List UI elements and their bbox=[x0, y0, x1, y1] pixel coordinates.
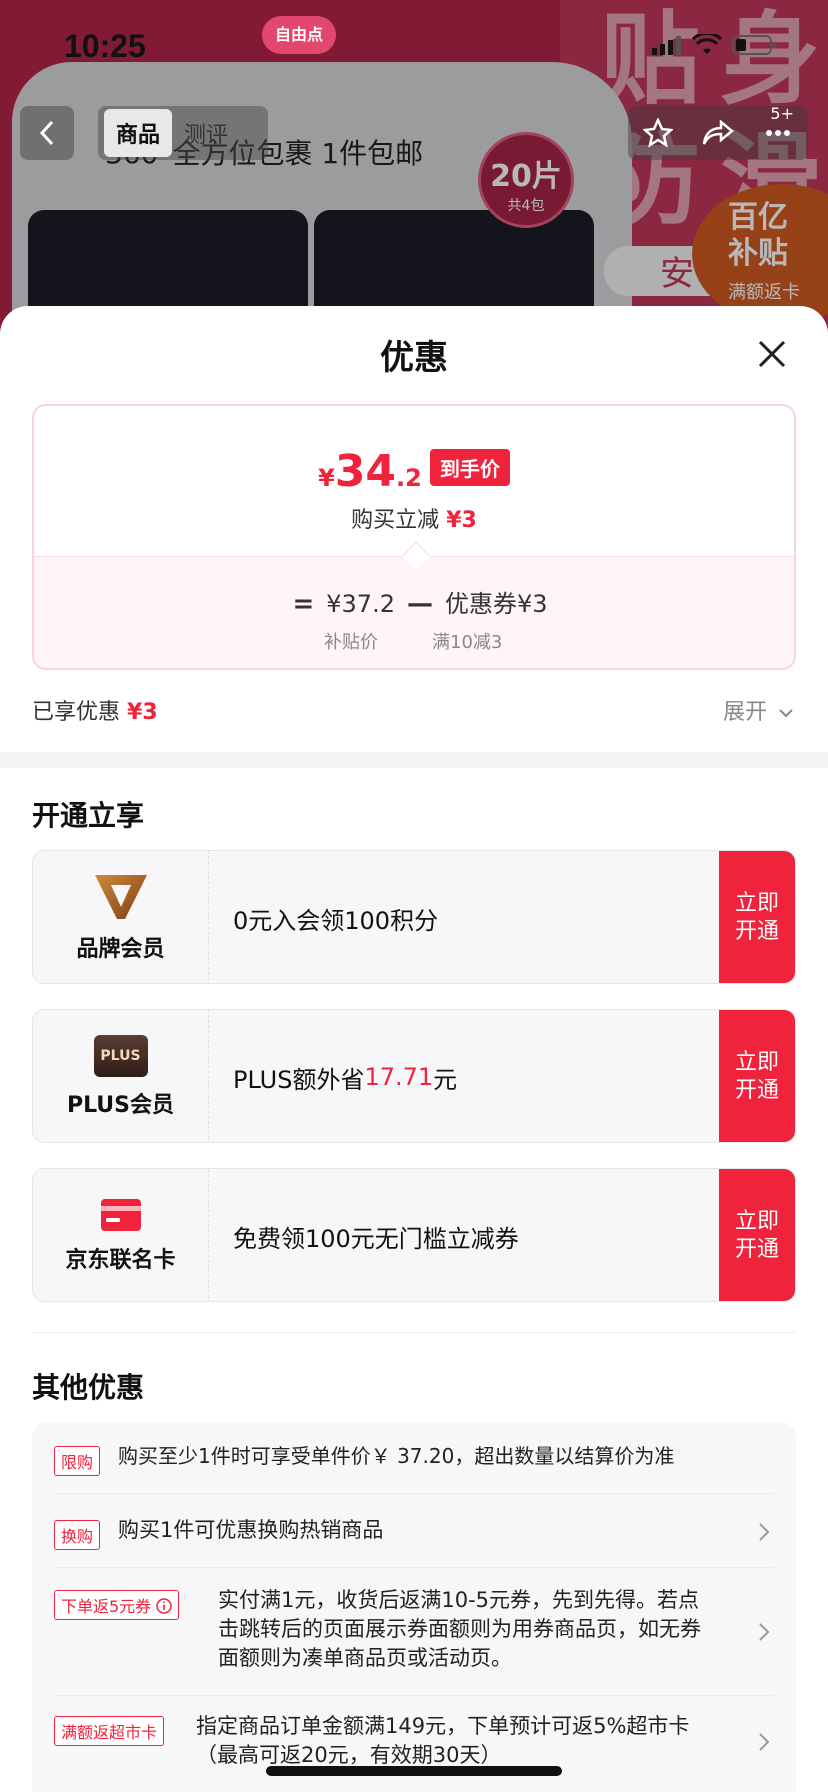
card-left: PLUS PLUS会员 bbox=[33, 1010, 209, 1142]
tab-review[interactable]: 测评 bbox=[172, 109, 240, 157]
card-desc-amount: 17.71 bbox=[364, 1063, 434, 1091]
tab-product[interactable]: 商品 bbox=[104, 109, 173, 157]
formula-coupon-sub: 满10减3 bbox=[432, 632, 503, 653]
info-icon[interactable] bbox=[156, 1598, 173, 1614]
promo-tag: 换购 bbox=[54, 1520, 101, 1550]
promo-tag: 限购 bbox=[54, 1446, 101, 1476]
promo-tag: 下单返5元券 bbox=[54, 1590, 180, 1620]
formula-base-sub: 补贴价 bbox=[324, 632, 378, 653]
final-price-currency: ¥ bbox=[318, 464, 335, 492]
price-breakdown-card: ¥34.2 到手价 购买立减 ¥3 = ¥37.2 — 优惠券¥3 补贴价 满10减3 bbox=[32, 404, 796, 670]
promo-row[interactable]: 换购 购买1件可优惠换购热销商品 bbox=[54, 1494, 774, 1568]
final-price: ¥34.2 到手价 bbox=[34, 446, 794, 497]
final-price-tag: 到手价 bbox=[429, 449, 510, 486]
battery-icon bbox=[732, 35, 776, 55]
promo-row[interactable]: 下单返5元券 实付满1元，收货后返满10-5元券，先到先得。若点击跳转后的页面展… bbox=[54, 1568, 774, 1696]
instant-discount: 购买立减 ¥3 bbox=[34, 502, 794, 534]
card-left: 品牌会员 bbox=[33, 851, 209, 983]
formula-coupon: 优惠券¥3 bbox=[444, 590, 548, 618]
promo-tag: 满额返超市卡 bbox=[54, 1716, 165, 1746]
expand-button[interactable]: 展开 bbox=[723, 694, 794, 726]
star-icon[interactable] bbox=[642, 118, 673, 148]
plus-member-card[interactable]: PLUS PLUS会员 PLUS额外省 17.71 元 立即开通 bbox=[32, 1009, 796, 1143]
card-name: 京东联名卡 bbox=[65, 1248, 176, 1273]
product-nav-bar: 商品 测评 5+ bbox=[0, 104, 828, 162]
chevron-right-icon bbox=[759, 1523, 770, 1541]
product-tabs: 商品 测评 bbox=[98, 106, 268, 160]
close-icon[interactable] bbox=[754, 336, 790, 372]
section-gap bbox=[0, 752, 828, 768]
share-icon[interactable] bbox=[702, 118, 734, 148]
brand-v-icon bbox=[94, 875, 147, 919]
card-desc: 0元入会领100积分 bbox=[233, 906, 439, 935]
card-icon bbox=[100, 1199, 141, 1231]
promo-row[interactable]: 满额返超市卡 指定商品订单金额满149元，下单预计可返5%超市卡（最高可返20元… bbox=[54, 1696, 774, 1792]
status-bar: 10:25 自由点 bbox=[0, 0, 828, 92]
status-icons bbox=[652, 34, 778, 56]
chevron-right-icon bbox=[759, 1623, 770, 1641]
card-desc-unit: 元 bbox=[433, 1065, 458, 1094]
plus-icon: PLUS bbox=[93, 1035, 148, 1077]
other-section-title: 其他优惠 bbox=[32, 1371, 145, 1404]
price-formula: = ¥37.2 — 优惠券¥3 bbox=[34, 584, 794, 619]
back-button[interactable] bbox=[20, 106, 74, 160]
app-logo: 自由点 bbox=[262, 16, 336, 54]
home-indicator bbox=[266, 1766, 562, 1776]
final-price-integer: 34 bbox=[334, 446, 397, 497]
promo-text: 实付满1元，收货后返满10-5元券，先到先得。若点击跳转后的页面展示券面额则为用… bbox=[218, 1588, 701, 1670]
signal-icon bbox=[652, 36, 681, 55]
card-name: PLUS会员 bbox=[66, 1093, 175, 1118]
card-left: 京东联名卡 bbox=[33, 1169, 209, 1301]
co-branded-card-card[interactable]: 京东联名卡 免费领100元无门槛立减券 立即开通 bbox=[32, 1168, 796, 1302]
enjoyed-label: 已享优惠 bbox=[32, 700, 121, 725]
final-price-decimal: .2 bbox=[396, 464, 422, 492]
chevron-left-icon bbox=[39, 120, 54, 146]
open-now-button[interactable]: 立即开通 bbox=[719, 1169, 795, 1301]
enjoyed-value: ¥3 bbox=[127, 700, 158, 725]
wifi-icon bbox=[692, 34, 722, 54]
card-desc: PLUS额外省 17.71 元 bbox=[233, 1010, 458, 1142]
formula-minus: — bbox=[406, 589, 433, 619]
promo-text: 购买1件可优惠换购热销商品 bbox=[118, 1518, 384, 1542]
chevron-right-icon bbox=[759, 1733, 770, 1751]
instant-discount-value: ¥3 bbox=[446, 508, 477, 533]
other-discounts-box: 限购 购买至少1件时可享受单件价￥ 37.20，超出数量以结算价为准 换购 购买… bbox=[32, 1422, 796, 1792]
card-desc: 免费领100元无门槛立减券 bbox=[233, 1224, 519, 1253]
promo-text: 购买至少1件时可享受单件价￥ 37.20，超出数量以结算价为准 bbox=[118, 1444, 675, 1468]
more-count-badge: 5+ bbox=[770, 104, 794, 123]
nav-actions: 5+ bbox=[628, 104, 808, 160]
formula-base-price: ¥37.2 bbox=[326, 590, 395, 618]
enjoyed-discount: 已享优惠 ¥3 bbox=[32, 694, 158, 726]
open-section-title: 开通立享 bbox=[32, 799, 145, 832]
promo-row: 限购 购买至少1件时可享受单件价￥ 37.20，超出数量以结算价为准 bbox=[54, 1422, 774, 1494]
chevron-down-icon bbox=[779, 709, 793, 718]
promo-tag-label: 下单返5元券 bbox=[61, 1597, 152, 1616]
section-divider bbox=[32, 1332, 796, 1333]
status-time: 10:25 bbox=[64, 28, 146, 64]
open-now-button[interactable]: 立即开通 bbox=[719, 1010, 795, 1142]
open-now-button[interactable]: 立即开通 bbox=[719, 851, 795, 983]
sheet-title: 优惠 bbox=[380, 338, 448, 378]
card-name: 品牌会员 bbox=[76, 937, 165, 962]
card-desc-pre: PLUS额外省 bbox=[233, 1065, 365, 1094]
expand-label: 展开 bbox=[722, 700, 767, 725]
instant-discount-label: 购买立减 bbox=[351, 508, 440, 533]
formula-equals: = bbox=[292, 589, 315, 619]
brand-member-card[interactable]: 品牌会员 0元入会领100积分 立即开通 bbox=[32, 850, 796, 984]
promo-text: 指定商品订单金额满149元，下单预计可返5%超市卡（最高可返20元，有效期30天… bbox=[196, 1714, 690, 1767]
